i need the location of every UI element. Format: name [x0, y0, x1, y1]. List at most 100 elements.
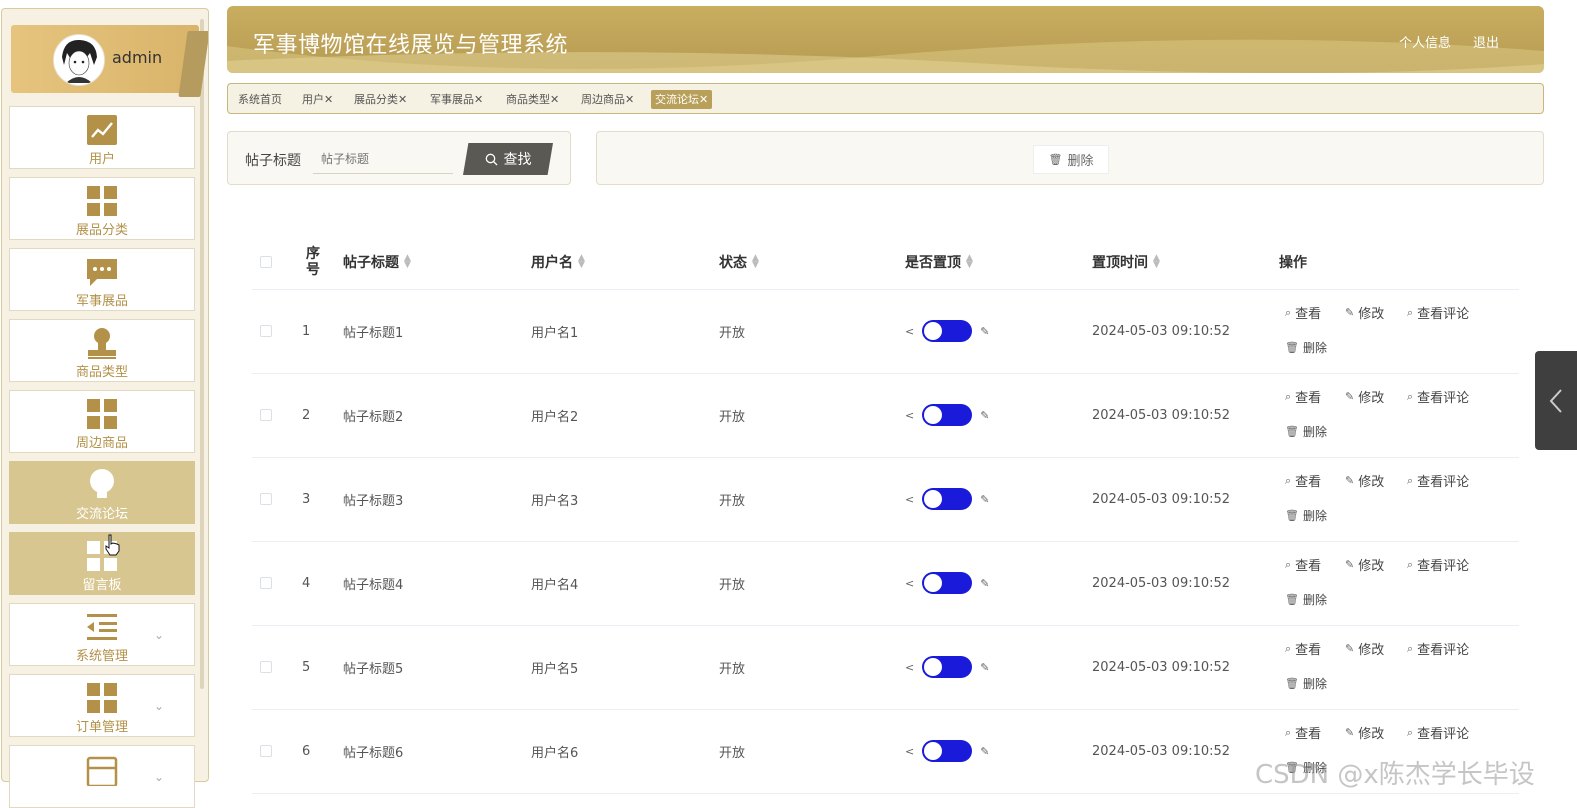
sidebar-item-1[interactable]: 用户: [9, 106, 195, 169]
view-button[interactable]: ⌕ 查看: [1285, 303, 1321, 323]
sort-icon[interactable]: ▲ ▼: [404, 254, 411, 270]
row-checkbox[interactable]: [260, 745, 272, 757]
cell-title: 帖子标题3: [343, 493, 404, 509]
view-comments-button[interactable]: ⌕ 查看评论: [1407, 639, 1469, 659]
view-comments-button[interactable]: ⌕ 查看评论: [1407, 723, 1469, 743]
edit-pen-icon: ✎: [980, 576, 990, 590]
view-button[interactable]: ⌕ 查看: [1285, 723, 1321, 743]
header-status[interactable]: 状态 ▲ ▼: [719, 235, 759, 289]
edit-button[interactable]: ✎ 修改: [1345, 639, 1384, 658]
delete-button[interactable]: 🗑 删除: [1285, 675, 1327, 692]
pinned-toggle[interactable]: [922, 404, 973, 426]
chevron-down-icon[interactable]: ⌄: [154, 628, 164, 642]
pinned-toggle[interactable]: [922, 740, 973, 762]
tab-military-exhibits[interactable]: 军事展品✕: [426, 90, 487, 109]
view-button[interactable]: ⌕ 查看: [1285, 387, 1321, 407]
edit-button[interactable]: ✎ 修改: [1345, 387, 1384, 406]
edit-button[interactable]: ✎ 修改: [1345, 555, 1384, 574]
view-button[interactable]: ⌕ 查看: [1285, 555, 1321, 575]
close-icon[interactable]: ✕: [699, 93, 708, 106]
view-button[interactable]: ⌕ 查看: [1285, 639, 1321, 659]
chevron-down-icon[interactable]: ⌄: [154, 699, 164, 713]
header-username[interactable]: 用户名 ▲ ▼: [531, 235, 585, 289]
toggle-knob: [924, 490, 943, 508]
cell-pin-time: 2024-05-03 09:10:52: [1092, 659, 1231, 675]
cell-username: 用户名1: [531, 325, 579, 341]
edit-icon: ✎: [1345, 642, 1355, 655]
pinned-toggle[interactable]: [922, 572, 973, 594]
sidebar-item-9[interactable]: 订单管理 ⌄: [9, 674, 195, 737]
edit-button[interactable]: ✎ 修改: [1345, 471, 1384, 490]
row-checkbox[interactable]: [260, 661, 272, 673]
pinned-toggle[interactable]: [922, 488, 973, 510]
view-comments-button[interactable]: ⌕ 查看评论: [1407, 387, 1469, 407]
chevron-left-icon: [1549, 388, 1562, 413]
edit-button[interactable]: ✎ 修改: [1345, 723, 1384, 742]
edit-icon: ✎: [1345, 306, 1355, 319]
sidebar-item-3[interactable]: 军事展品: [9, 248, 195, 311]
header-pinned[interactable]: 是否置顶 ▲ ▼: [905, 235, 973, 289]
row-checkbox[interactable]: [260, 409, 272, 421]
batch-delete-button[interactable]: 🗑 删除: [1033, 145, 1109, 174]
sidebar-item-7[interactable]: 留言板: [9, 532, 195, 595]
sort-icon[interactable]: ▲ ▼: [966, 254, 973, 270]
delete-button[interactable]: 🗑 删除: [1285, 591, 1327, 608]
profile-link[interactable]: 个人信息: [1399, 32, 1451, 51]
header-pin-time[interactable]: 置顶时间 ▲ ▼: [1092, 235, 1160, 289]
sidebar-scrollbar[interactable]: [200, 19, 204, 689]
search-label: 帖子标题: [245, 153, 301, 169]
tab-home[interactable]: 系统首页: [234, 90, 286, 109]
sidebar-item-2[interactable]: 展品分类: [9, 177, 195, 240]
search-button[interactable]: 查找: [463, 143, 553, 175]
view-comments-button[interactable]: ⌕ 查看评论: [1407, 555, 1469, 575]
sidebar-item-4[interactable]: 商品类型: [9, 319, 195, 382]
row-checkbox[interactable]: [260, 493, 272, 505]
close-icon[interactable]: ✕: [324, 93, 333, 106]
table-row: 2 帖子标题2 用户名2 开放 < ✎ 2024-05-03 09:10:52 ⌕ 查看 ✎ 修改 ⌕…: [252, 373, 1519, 458]
close-icon[interactable]: ✕: [474, 93, 483, 106]
chevron-down-icon[interactable]: ⌄: [154, 770, 164, 784]
close-icon[interactable]: ✕: [625, 93, 634, 106]
close-icon[interactable]: ✕: [398, 93, 407, 106]
view-comments-button[interactable]: ⌕ 查看评论: [1407, 471, 1469, 491]
trash-icon: 🗑: [1285, 425, 1299, 438]
cell-pin-time: 2024-05-03 09:10:52: [1092, 407, 1231, 423]
person-icon: [88, 328, 116, 359]
view-button[interactable]: ⌕ 查看: [1285, 471, 1321, 491]
pinned-toggle[interactable]: [922, 320, 973, 342]
delete-button[interactable]: 🗑 删除: [1285, 423, 1327, 440]
tab-merch[interactable]: 周边商品✕: [577, 90, 638, 109]
tab-users[interactable]: 用户✕: [298, 90, 337, 109]
delete-button[interactable]: 🗑 删除: [1285, 339, 1327, 356]
delete-button[interactable]: 🗑 删除: [1285, 507, 1327, 524]
table-row: 3 帖子标题3 用户名3 开放 < ✎ 2024-05-03 09:10:52 ⌕ 查看 ✎ 修改 ⌕…: [252, 457, 1519, 542]
cell-pin-time: 2024-05-03 09:10:52: [1092, 323, 1231, 339]
edit-icon: ✎: [1345, 474, 1355, 487]
sort-icon[interactable]: ▲ ▼: [578, 254, 585, 270]
sort-icon[interactable]: ▲ ▼: [1153, 254, 1160, 270]
edit-button[interactable]: ✎ 修改: [1345, 303, 1384, 322]
sort-icon[interactable]: ▲ ▼: [752, 254, 759, 270]
sidebar-item-8[interactable]: 系统管理 ⌄: [9, 603, 195, 666]
sidebar-item-5[interactable]: 周边商品: [9, 390, 195, 453]
row-checkbox[interactable]: [260, 325, 272, 337]
tab-forum[interactable]: 交流论坛✕: [651, 90, 713, 109]
sidebar-item-label: 军事展品: [75, 294, 128, 309]
tab-exhibit-category[interactable]: 展品分类✕: [350, 90, 411, 109]
collapse-panel-handle[interactable]: [1535, 351, 1577, 450]
search-icon: ⌕: [1285, 389, 1292, 403]
select-all-checkbox[interactable]: [260, 256, 272, 268]
header-title[interactable]: 帖子标题 ▲ ▼: [343, 235, 411, 289]
sidebar-item-label: 订单管理: [75, 720, 128, 735]
sidebar-item-10[interactable]: ⌄: [9, 745, 195, 808]
pinned-toggle[interactable]: [922, 656, 973, 678]
toggle-knob: [924, 742, 943, 760]
close-icon[interactable]: ✕: [550, 93, 559, 106]
sidebar-item-6[interactable]: 交流论坛: [9, 461, 195, 524]
row-checkbox[interactable]: [260, 577, 272, 589]
view-comments-button[interactable]: ⌕ 查看评论: [1407, 303, 1469, 323]
search-input[interactable]: [313, 144, 453, 174]
search-icon: ⌕: [1407, 473, 1414, 487]
tab-product-type[interactable]: 商品类型✕: [502, 90, 563, 109]
logout-link[interactable]: 退出: [1473, 32, 1499, 51]
